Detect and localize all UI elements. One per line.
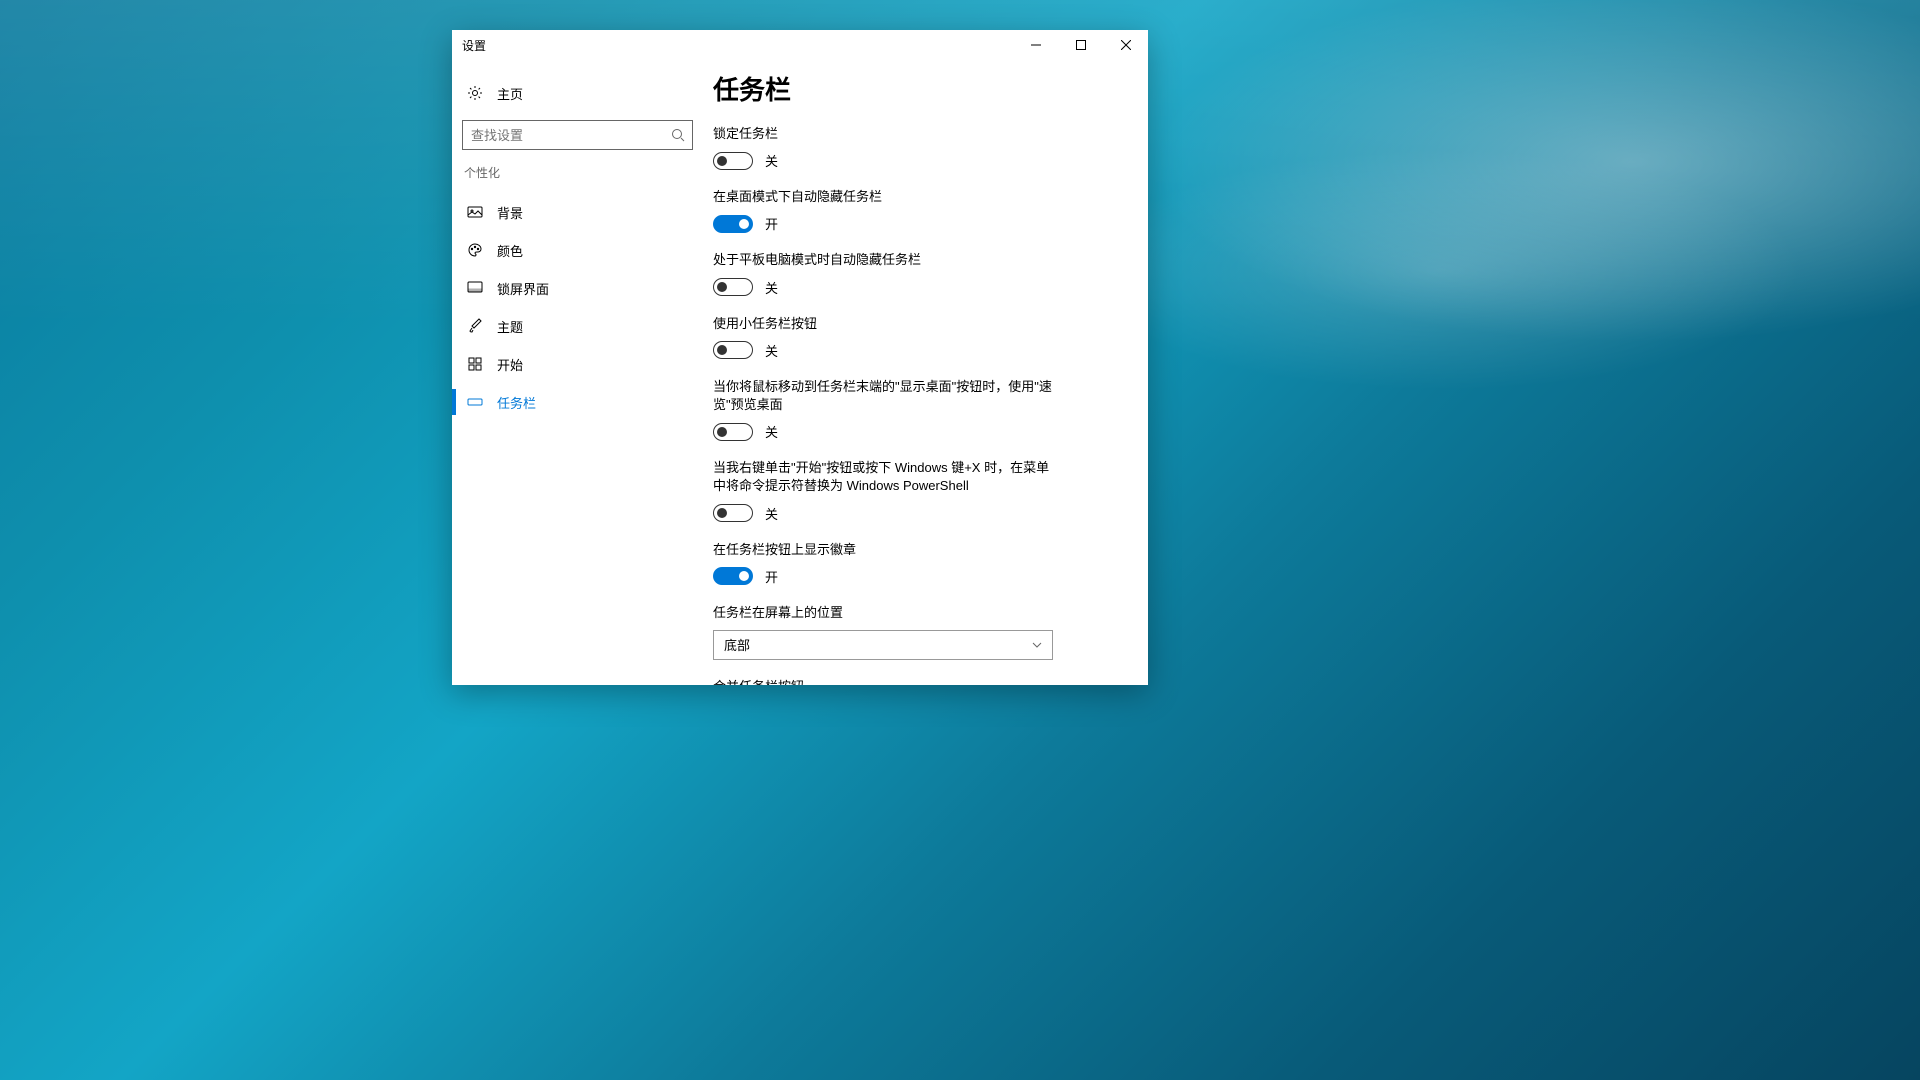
chevron-down-icon bbox=[1032, 642, 1042, 648]
setting-label: 当我右键单击"开始"按钮或按下 Windows 键+X 时，在菜单中将命令提示符… bbox=[713, 459, 1053, 495]
setting-row: 在任务栏按钮上显示徽章开 bbox=[713, 541, 1108, 586]
sidebar-item-taskbar[interactable]: 任务栏 bbox=[452, 383, 703, 421]
toggle-state-label: 开 bbox=[765, 214, 778, 233]
toggle-state-label: 关 bbox=[765, 278, 778, 297]
setting-label: 在桌面模式下自动隐藏任务栏 bbox=[713, 188, 1053, 206]
taskbar-position-label: 任务栏在屏幕上的位置 bbox=[713, 604, 1053, 622]
sidebar-item-start[interactable]: 开始 bbox=[452, 345, 703, 383]
minimize-icon bbox=[1031, 40, 1041, 50]
setting-label: 在任务栏按钮上显示徽章 bbox=[713, 541, 1053, 559]
sidebar-item-label: 任务栏 bbox=[497, 393, 536, 412]
toggle-switch[interactable] bbox=[713, 504, 753, 522]
toggle-switch[interactable] bbox=[713, 567, 753, 585]
settings-window: 设置 主页 bbox=[452, 30, 1148, 685]
sidebar-item-label: 开始 bbox=[497, 355, 523, 374]
dropdown-value: 底部 bbox=[724, 635, 750, 654]
search-input[interactable] bbox=[462, 120, 693, 150]
toggle-switch[interactable] bbox=[713, 278, 753, 296]
sidebar-item-background[interactable]: 背景 bbox=[452, 193, 703, 231]
setting-label: 锁定任务栏 bbox=[713, 125, 1053, 143]
home-label: 主页 bbox=[497, 84, 523, 103]
setting-row: 锁定任务栏关 bbox=[713, 125, 1108, 170]
gear-icon bbox=[467, 85, 483, 101]
sidebar-item-colors[interactable]: 颜色 bbox=[452, 231, 703, 269]
toggle-state-label: 关 bbox=[765, 341, 778, 360]
minimize-button[interactable] bbox=[1013, 30, 1058, 60]
maximize-button[interactable] bbox=[1058, 30, 1103, 60]
sidebar-item-label: 主题 bbox=[497, 317, 523, 336]
palette-icon bbox=[467, 242, 483, 258]
toggle-state-label: 关 bbox=[765, 151, 778, 170]
toggle-switch[interactable] bbox=[713, 215, 753, 233]
taskbar-position-dropdown[interactable]: 底部 bbox=[713, 630, 1053, 660]
lockscreen-icon bbox=[467, 280, 483, 296]
sidebar: 主页 个性化 背景 颜色 锁屏界面 bbox=[452, 60, 703, 685]
sidebar-category: 个性化 bbox=[452, 164, 703, 181]
setting-row: 在桌面模式下自动隐藏任务栏开 bbox=[713, 188, 1108, 233]
window-title: 设置 bbox=[462, 37, 486, 54]
close-button[interactable] bbox=[1103, 30, 1148, 60]
brush-icon bbox=[467, 318, 483, 334]
setting-label: 当你将鼠标移动到任务栏末端的"显示桌面"按钮时，使用"速览"预览桌面 bbox=[713, 378, 1053, 414]
sidebar-item-label: 颜色 bbox=[497, 241, 523, 260]
toggle-state-label: 开 bbox=[765, 567, 778, 586]
setting-row: 处于平板电脑模式时自动隐藏任务栏关 bbox=[713, 251, 1108, 296]
setting-row: 当你将鼠标移动到任务栏末端的"显示桌面"按钮时，使用"速览"预览桌面关 bbox=[713, 378, 1108, 441]
sidebar-item-label: 锁屏界面 bbox=[497, 279, 549, 298]
content-pane: 任务栏 锁定任务栏关在桌面模式下自动隐藏任务栏开处于平板电脑模式时自动隐藏任务栏… bbox=[703, 60, 1148, 685]
combine-buttons-label: 合并任务栏按钮 bbox=[713, 678, 1053, 685]
toggle-state-label: 关 bbox=[765, 504, 778, 523]
toggle-switch[interactable] bbox=[713, 423, 753, 441]
toggle-switch[interactable] bbox=[713, 341, 753, 359]
toggle-state-label: 关 bbox=[765, 422, 778, 441]
close-icon bbox=[1121, 40, 1131, 50]
picture-icon bbox=[467, 204, 483, 220]
setting-label: 使用小任务栏按钮 bbox=[713, 315, 1053, 333]
sidebar-item-themes[interactable]: 主题 bbox=[452, 307, 703, 345]
setting-row: 当我右键单击"开始"按钮或按下 Windows 键+X 时，在菜单中将命令提示符… bbox=[713, 459, 1108, 522]
setting-label: 处于平板电脑模式时自动隐藏任务栏 bbox=[713, 251, 1053, 269]
sidebar-item-label: 背景 bbox=[497, 203, 523, 222]
sidebar-item-lockscreen[interactable]: 锁屏界面 bbox=[452, 269, 703, 307]
start-icon bbox=[467, 356, 483, 372]
taskbar-icon bbox=[467, 394, 483, 410]
maximize-icon bbox=[1076, 40, 1086, 50]
titlebar[interactable]: 设置 bbox=[452, 30, 1148, 60]
setting-row: 使用小任务栏按钮关 bbox=[713, 315, 1108, 360]
search-icon bbox=[671, 128, 685, 142]
home-nav[interactable]: 主页 bbox=[452, 74, 703, 112]
page-title: 任务栏 bbox=[713, 70, 1108, 107]
toggle-switch[interactable] bbox=[713, 152, 753, 170]
